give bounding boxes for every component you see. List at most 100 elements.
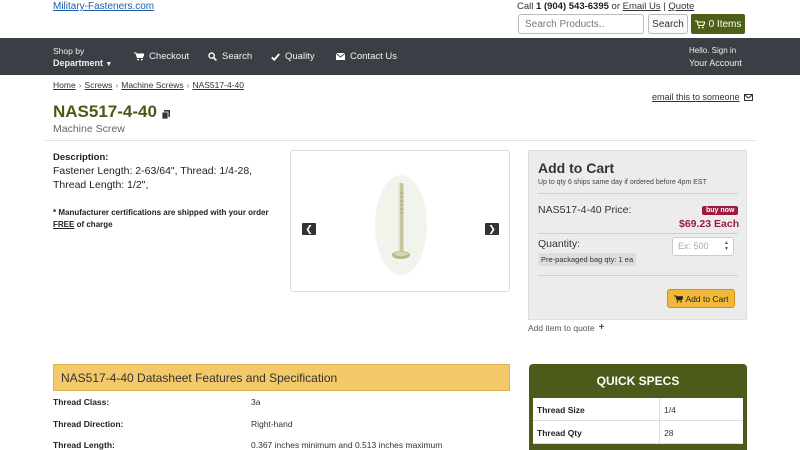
table-row: Thread Qty 28 [533, 421, 743, 444]
spec-value: 3a [251, 397, 261, 407]
add-to-cart-label: Add to Cart [685, 293, 729, 304]
site-logo-link[interactable]: Military-Fasteners.com [53, 1, 154, 12]
column-divider [659, 398, 660, 421]
unit-price: $69.23 Each [679, 218, 740, 230]
spec-key: Thread Qty [537, 428, 582, 438]
search-button[interactable]: Search [648, 14, 688, 34]
breadcrumb-screws[interactable]: Screws [85, 80, 113, 90]
nav-contact-label: Contact Us [350, 51, 397, 62]
search-icon [208, 52, 217, 61]
nav-checkout-label: Checkout [149, 51, 190, 62]
nav-quality-label: Quality [285, 51, 315, 62]
spec-key: Thread Length: [53, 440, 115, 450]
certification-note: * Manufacturer certifications are shippe… [53, 207, 278, 231]
email-to-someone-link[interactable]: email this to someone [652, 92, 753, 102]
quote-link[interactable]: Quote [668, 1, 694, 12]
spec-key: Thread Class: [53, 397, 110, 407]
search-input[interactable] [518, 14, 644, 34]
cart-icon [694, 19, 705, 28]
add-to-quote-label: Add item to quote [528, 322, 595, 333]
column-divider [659, 421, 660, 444]
copy-icon[interactable] [161, 109, 170, 119]
description-text: Fastener Length: 2-63/64", Thread: 1/4-2… [53, 165, 253, 191]
breadcrumb: Home › Screws › Machine Screws › NAS517-4-40 [53, 80, 244, 90]
spec-key: Thread Direction: [53, 419, 124, 429]
chevron-right-icon: ❯ [488, 223, 496, 234]
product-subtitle: Machine Screw [53, 123, 125, 135]
main-nav: Shop by Department ▼ Checkout Search Qua… [0, 38, 800, 75]
breadcrumb-separator: › [78, 80, 82, 90]
spec-value: Right-hand [251, 419, 293, 429]
email-us-link[interactable]: Email Us [623, 1, 661, 12]
phone-number[interactable]: 1 (904) 543-6395 [536, 1, 609, 12]
note-suffix: of charge [76, 220, 113, 229]
quantity-label: Quantity: [538, 238, 581, 250]
breadcrumb-current[interactable]: NAS517-4-40 [192, 80, 244, 90]
panel-divider [538, 193, 738, 194]
spec-value: 1/4 [664, 405, 676, 415]
sign-in-text: Hello. Sign in [689, 46, 737, 55]
carousel-next-button[interactable]: ❯ [485, 223, 499, 235]
nav-search[interactable]: Search [208, 38, 252, 75]
nav-checkout[interactable]: Checkout [134, 38, 189, 75]
carousel-prev-button[interactable]: ❮ [302, 223, 316, 235]
add-to-cart-panel: Add to Cart Up to qty 6 ships same day i… [528, 150, 747, 320]
or-text: or [611, 1, 620, 12]
title-divider [45, 140, 757, 141]
add-to-cart-heading: Add to Cart [538, 160, 615, 176]
quantity-placeholder: Ex: 500 [678, 241, 709, 251]
separator: | [663, 1, 666, 12]
spec-value: 0.367 inches minimum and 0.513 inches ma… [251, 440, 443, 450]
breadcrumb-separator: › [115, 80, 119, 90]
cart-count: 0 Items [708, 18, 742, 30]
shop-by-label: Shop by [53, 46, 85, 56]
cart-button[interactable]: 0 Items [691, 14, 745, 34]
department-label: Department [53, 58, 104, 68]
price-label: NAS517-4-40 Price: [538, 204, 632, 216]
envelope-icon [336, 53, 345, 60]
add-to-quote-link[interactable]: Add item to quote + [528, 322, 604, 333]
description-heading: Description: [53, 152, 109, 163]
plus-icon: + [598, 322, 605, 333]
note-free: FREE [53, 220, 75, 229]
datasheet-heading: NAS517-4-40 Datasheet Features and Speci… [53, 364, 510, 391]
spec-value: 28 [664, 428, 674, 438]
breadcrumb-separator: › [186, 80, 190, 90]
quantity-input[interactable]: Ex: 500 ▲ ▼ [672, 237, 734, 256]
chevron-down-icon: ▼ [105, 61, 113, 68]
breadcrumb-machine-screws[interactable]: Machine Screws [121, 80, 183, 90]
panel-divider [538, 275, 738, 276]
top-header: Military-Fasteners.com Call 1 (904) 543-… [0, 0, 800, 38]
note-prefix: * Manufacturer certifications are shippe… [53, 208, 269, 217]
quick-specs-table: Thread Size 1/4 Thread Qty 28 [533, 398, 743, 444]
quick-specs-panel: QUICK SPECS Thread Size 1/4 Thread Qty 2… [529, 364, 747, 450]
page-title: NAS517-4-40 [53, 102, 157, 121]
datasheet-row: Thread Class: 3a [53, 392, 510, 414]
spec-key: Thread Size [537, 405, 585, 415]
check-icon [271, 52, 280, 61]
department-menu[interactable]: Shop by Department ▼ [53, 45, 112, 71]
quick-specs-heading: QUICK SPECS [596, 374, 680, 388]
buy-now-badge[interactable]: buy now [702, 206, 739, 215]
product-title-row: NAS517-4-40 [53, 102, 170, 122]
cart-icon [673, 294, 683, 303]
email-link-label: email this to someone [652, 92, 740, 102]
your-account-text: Your Account [689, 58, 742, 68]
add-to-cart-button[interactable]: Add to Cart [667, 289, 735, 308]
nav-contact[interactable]: Contact Us [336, 38, 397, 75]
breadcrumb-home[interactable]: Home [53, 80, 76, 90]
datasheet-row: Thread Length: 0.367 inches minimum and … [53, 435, 510, 450]
quantity-stepper[interactable]: ▲ ▼ [724, 240, 729, 252]
envelope-icon [743, 93, 753, 101]
call-prefix: Call [517, 1, 534, 12]
datasheet-row: Thread Direction: Right-hand [53, 414, 510, 436]
table-row: Thread Size 1/4 [533, 398, 743, 421]
chevron-left-icon: ❮ [305, 223, 313, 234]
product-image-carousel: ❮ ❯ [290, 150, 510, 292]
shipping-note: Up to qty 6 ships same day if ordered be… [538, 179, 707, 186]
account-menu[interactable]: Hello. Sign in Your Account [689, 45, 742, 69]
nav-search-label: Search [222, 51, 253, 62]
contact-line: Call 1 (904) 543-6395 or Email Us | Quot… [517, 1, 694, 12]
cart-icon [134, 52, 144, 61]
nav-quality[interactable]: Quality [271, 38, 315, 75]
